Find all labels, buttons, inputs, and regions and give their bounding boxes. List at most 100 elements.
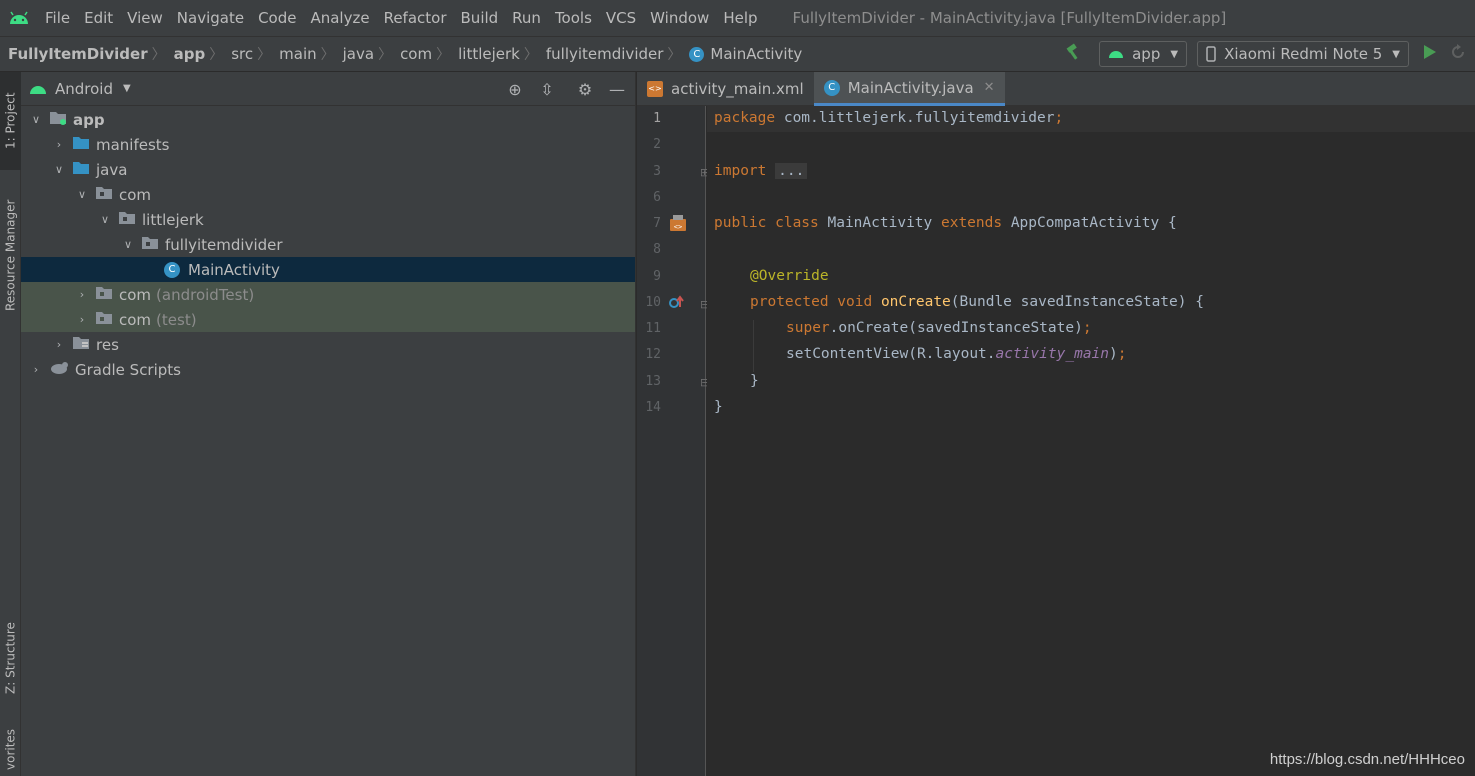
breadcrumb-mainactivity[interactable]: C MainActivity: [681, 45, 806, 63]
device-label: Xiaomi Redmi Note 5: [1224, 45, 1383, 63]
chevron-right-icon: ›: [56, 138, 62, 151]
favorites-tool-tab-label: vorites: [3, 728, 18, 770]
breadcrumb-app[interactable]: app: [166, 45, 210, 63]
device-select[interactable]: Xiaomi Redmi Note 5 ▼: [1197, 41, 1409, 67]
line-number: 13: [645, 374, 661, 389]
tree-item-qualifier: (androidTest): [156, 285, 255, 304]
menu-edit[interactable]: Edit: [77, 9, 120, 27]
gear-icon[interactable]: ⚙: [573, 77, 597, 101]
chevron-right-icon: ›: [79, 288, 85, 301]
code-line-10: protected void onCreate(Bundle savedInst…: [750, 294, 1204, 310]
tree-item-com-androidtest[interactable]: › com (androidTest): [21, 282, 635, 307]
breadcrumb-java[interactable]: java: [335, 45, 378, 63]
chevron-down-icon: ▼: [123, 83, 131, 94]
breadcrumb-separator-icon: 〉: [378, 47, 393, 63]
menu-build[interactable]: Build: [454, 9, 506, 27]
tree-item-label: res: [96, 335, 119, 354]
menu-vcs[interactable]: VCS: [599, 9, 643, 27]
collapse-all-icon[interactable]: ⇳: [535, 77, 559, 101]
package-icon: [141, 236, 159, 254]
tab-mainactivity-java[interactable]: C MainActivity.java ✕: [813, 72, 1005, 106]
line-number: 7: [653, 216, 661, 231]
gradle-icon: [49, 361, 69, 379]
breadcrumb-separator-icon: 〉: [320, 47, 335, 63]
code-line-13: }: [750, 373, 759, 389]
tree-item-label: com: [119, 285, 152, 304]
tree-item-fullyitemdivider[interactable]: ∨ fullyitemdivider: [21, 232, 635, 257]
tree-item-com-test[interactable]: › com (test): [21, 307, 635, 332]
menu-code[interactable]: Code: [251, 9, 303, 27]
project-view-label: Android: [55, 79, 113, 98]
menu-tools[interactable]: Tools: [548, 9, 599, 27]
project-tool-tab[interactable]: 1: Project: [0, 72, 21, 170]
resource-manager-tool-tab[interactable]: Resource Manager: [0, 180, 21, 330]
tree-item-gradle-scripts[interactable]: › Gradle Scripts: [21, 357, 635, 382]
chevron-right-icon: ›: [56, 338, 62, 351]
favorites-tool-tab[interactable]: vorites: [0, 722, 21, 776]
code-line-12: setContentView(R.layout.activity_main);: [786, 346, 1126, 362]
folded-imports[interactable]: ...: [775, 163, 808, 179]
code-token: ;: [1054, 110, 1064, 126]
override-method-icon[interactable]: [669, 295, 685, 312]
menu-help[interactable]: Help: [716, 9, 764, 27]
resources-folder-icon: [72, 336, 90, 354]
folder-icon: [72, 136, 90, 154]
tab-activity-main-xml[interactable]: <> activity_main.xml: [637, 72, 814, 106]
code-token: }: [750, 373, 759, 389]
phone-icon: [1206, 46, 1216, 62]
tree-item-com[interactable]: ∨ com: [21, 182, 635, 207]
breadcrumb-littlejerk[interactable]: littlejerk: [450, 45, 524, 63]
breadcrumb-fullyitemdivider[interactable]: fullyitemdivider: [538, 45, 668, 63]
minimize-icon[interactable]: —: [605, 77, 629, 101]
package-icon: [95, 311, 113, 329]
code-token: ;: [1082, 320, 1092, 336]
code-line-7: public class MainActivity extends AppCom…: [714, 215, 1177, 231]
run-toolbar: app ▼ Xiaomi Redmi Note 5 ▼: [1065, 37, 1475, 71]
run-configuration-select[interactable]: app ▼: [1099, 41, 1188, 67]
tree-item-manifests[interactable]: › manifests: [21, 132, 635, 157]
package-icon: [95, 286, 113, 304]
breadcrumb-com[interactable]: com: [392, 45, 436, 63]
menu-file[interactable]: File: [38, 9, 77, 27]
breadcrumb-src[interactable]: src: [223, 45, 257, 63]
chevron-down-icon: ▼: [1392, 48, 1400, 60]
code-token: import: [714, 163, 767, 179]
project-view-select[interactable]: Android ▼: [29, 80, 131, 98]
android-view-icon: [30, 85, 46, 94]
close-icon[interactable]: ✕: [984, 80, 995, 95]
code-editor[interactable]: package com.littlejerk.fullyitemdivider;…: [707, 106, 1475, 776]
run-icon[interactable]: [1423, 44, 1437, 64]
tree-item-java[interactable]: ∨ java: [21, 157, 635, 182]
tree-item-res[interactable]: › res: [21, 332, 635, 357]
tree-item-littlejerk[interactable]: ∨ littlejerk: [21, 207, 635, 232]
breadcrumb-main[interactable]: main: [271, 45, 320, 63]
line-number: 12: [645, 347, 661, 362]
locate-target-icon[interactable]: ⊕: [503, 77, 527, 101]
menu-window[interactable]: Window: [643, 9, 716, 27]
tree-item-mainactivity[interactable]: C MainActivity: [21, 257, 635, 282]
menu-navigate[interactable]: Navigate: [170, 9, 251, 27]
project-tool-tab-label: 1: Project: [3, 92, 18, 150]
source-folder-icon: [72, 161, 90, 179]
tree-item-label: manifests: [96, 135, 170, 154]
resource-manager-tool-tab-label: Resource Manager: [3, 199, 18, 311]
structure-tool-tab[interactable]: Z: Structure: [0, 606, 21, 710]
menu-view[interactable]: View: [120, 9, 170, 27]
build-hammer-icon[interactable]: [1065, 43, 1083, 65]
code-token: ): [1109, 346, 1118, 362]
code-line-1: package com.littlejerk.fullyitemdivider;: [714, 110, 1063, 126]
related-layout-icon[interactable]: <>: [669, 214, 687, 235]
menu-run[interactable]: Run: [505, 9, 548, 27]
class-icon: C: [689, 46, 705, 62]
watermark-text: https://blog.csdn.net/HHHceo: [1269, 751, 1465, 768]
apply-changes-icon[interactable]: [1449, 43, 1467, 65]
svg-text:<>: <>: [674, 223, 682, 231]
tree-item-app[interactable]: ∨ app: [21, 107, 635, 132]
code-token: extends: [940, 215, 1003, 231]
menu-refactor[interactable]: Refactor: [377, 9, 454, 27]
android-config-icon: [1109, 51, 1124, 58]
breadcrumb-project[interactable]: FullyItemDivider: [0, 45, 152, 63]
menu-analyze[interactable]: Analyze: [303, 9, 376, 27]
breadcrumb-separator-icon: 〉: [523, 47, 538, 63]
project-header-actions: ⊕ ⇳ ⚙ —: [495, 72, 629, 106]
